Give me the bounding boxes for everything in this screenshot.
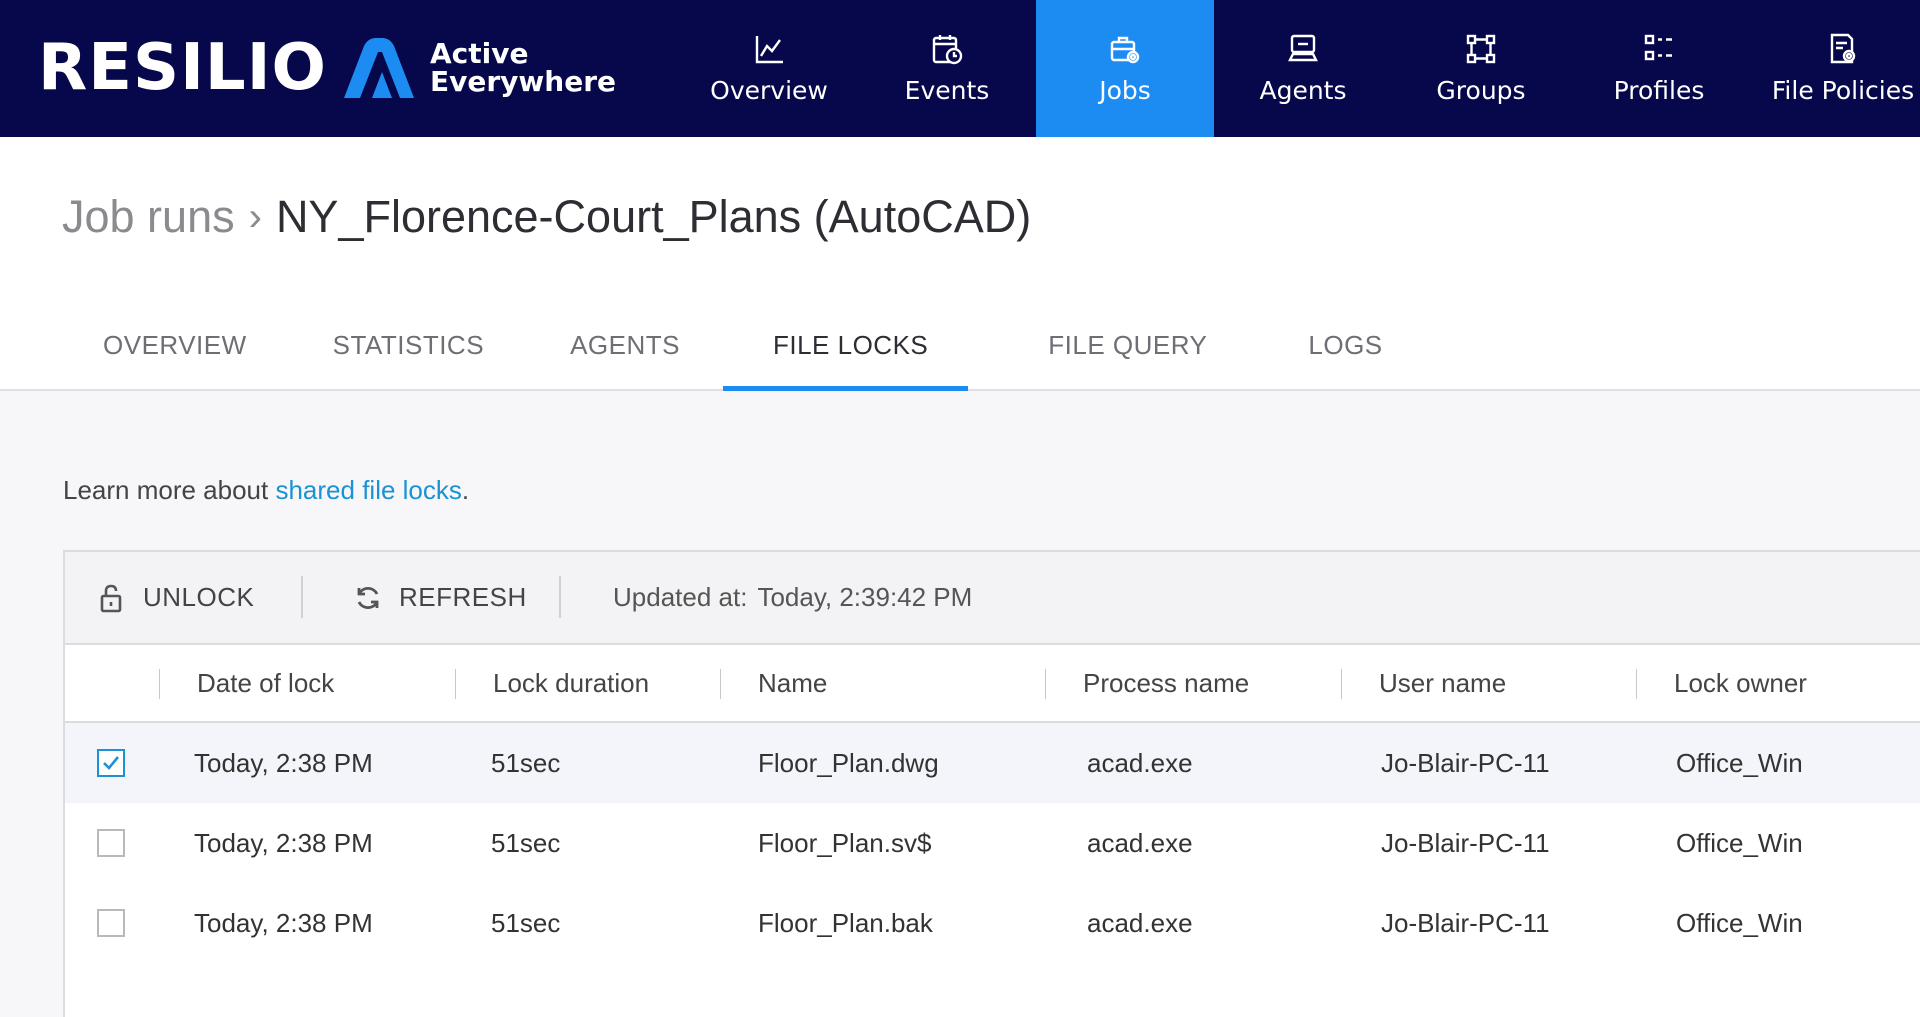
page-title: NY_Florence-Court_Plans (AutoCAD) (275, 191, 1032, 242)
nav-item-jobs[interactable]: Jobs (1036, 0, 1214, 137)
profiles-list-icon (1644, 34, 1672, 61)
table-header: Date of lock Lock duration Name Process … (65, 645, 1920, 723)
column-divider (1045, 669, 1046, 699)
tab-file-query[interactable]: FILE QUERY (968, 302, 1250, 389)
tab-agents[interactable]: AGENTS (527, 302, 723, 389)
cell-owner: Office_Win (1676, 827, 1803, 858)
cell-owner: Office_Win (1676, 907, 1803, 938)
file-locks-panel: UNLOCK REFRESH Updated at: Today, 2:39:42… (63, 550, 1920, 1017)
table-row[interactable]: Today, 2:38 PM 51sec Floor_Plan.dwg acad… (65, 723, 1920, 803)
job-tabs: OVERVIEW STATISTICS AGENTS FILE LOCKS FI… (60, 302, 1426, 391)
nav-item-file-policies[interactable]: File Policies (1748, 0, 1920, 137)
nav-item-events[interactable]: Events (858, 0, 1036, 137)
nav-item-agents[interactable]: Agents (1214, 0, 1392, 137)
updated-at-value: Today, 2:39:42 PM (757, 582, 973, 612)
row-checkbox[interactable] (97, 909, 125, 937)
table-row[interactable]: Today, 2:38 PM 51sec Floor_Plan.bak acad… (65, 883, 1920, 963)
column-divider (1341, 669, 1342, 699)
learn-more-text: Learn more about shared file locks. (63, 475, 470, 505)
shared-file-locks-link[interactable]: shared file locks (275, 475, 461, 505)
active-everywhere-wordmark: Active Everywhere (430, 37, 617, 98)
toolbar-divider (301, 576, 303, 618)
cell-date: Today, 2:38 PM (194, 747, 373, 778)
unlock-icon (100, 584, 122, 612)
main-nav: Overview Events Jobs Agents Groups Profi… (680, 0, 1920, 137)
updated-at: Updated at: Today, 2:39:42 PM (613, 582, 973, 612)
group-nodes-icon (1466, 34, 1496, 64)
cell-duration: 51sec (491, 907, 561, 938)
nav-item-groups[interactable]: Groups (1392, 0, 1570, 137)
calendar-clock-icon (932, 35, 963, 65)
cell-owner: Office_Win (1676, 747, 1803, 778)
briefcase-gear-icon (1110, 36, 1140, 64)
cell-user: Jo-Blair-PC-11 (1381, 747, 1550, 778)
column-header-lock-owner[interactable]: Lock owner (1674, 645, 1807, 721)
chevron-right-icon: › (248, 195, 262, 239)
cell-name: Floor_Plan.dwg (758, 747, 939, 778)
resilio-logo[interactable]: RESILIO (38, 36, 327, 100)
active-everywhere-logo-icon (344, 38, 414, 98)
cell-duration: 51sec (491, 747, 561, 778)
cell-name: Floor_Plan.sv$ (758, 827, 932, 858)
column-header-lock-duration[interactable]: Lock duration (493, 645, 649, 721)
column-header-process-name[interactable]: Process name (1083, 645, 1249, 721)
column-header-name[interactable]: Name (758, 645, 827, 721)
file-locks-toolbar: UNLOCK REFRESH Updated at: Today, 2:39:42… (65, 552, 1920, 645)
tab-statistics[interactable]: STATISTICS (290, 302, 527, 389)
column-divider (455, 669, 456, 699)
cell-date: Today, 2:38 PM (194, 907, 373, 938)
column-divider (159, 669, 160, 699)
chart-line-icon (755, 36, 783, 64)
file-policy-gear-icon (1830, 33, 1856, 64)
top-nav-bar: RESILIO Active Everywhere Overview Event… (0, 0, 1920, 137)
cell-name: Floor_Plan.bak (758, 907, 933, 938)
cell-process: acad.exe (1087, 747, 1193, 778)
column-header-date-of-lock[interactable]: Date of lock (197, 645, 334, 721)
cell-user: Jo-Blair-PC-11 (1381, 907, 1550, 938)
cell-date: Today, 2:38 PM (194, 827, 373, 858)
unlock-button[interactable]: UNLOCK (97, 582, 254, 613)
tab-file-locks[interactable]: FILE LOCKS (722, 302, 969, 391)
checkmark-icon (103, 756, 120, 770)
computer-icon (1288, 34, 1318, 62)
column-header-user-name[interactable]: User name (1379, 645, 1506, 721)
breadcrumb: Job runs › NY_Florence-Court_Plans (Auto… (62, 187, 1031, 247)
page-header: Job runs › NY_Florence-Court_Plans (Auto… (0, 137, 1920, 391)
column-divider (1636, 669, 1637, 699)
refresh-icon (357, 586, 379, 609)
table-row[interactable]: Today, 2:38 PM 51sec Floor_Plan.sv$ acad… (65, 803, 1920, 883)
cell-user: Jo-Blair-PC-11 (1381, 827, 1550, 858)
tab-logs[interactable]: LOGS (1250, 302, 1425, 389)
toolbar-divider (559, 576, 561, 618)
nav-item-profiles[interactable]: Profiles (1570, 0, 1748, 137)
refresh-button[interactable]: REFRESH (353, 582, 527, 613)
cell-process: acad.exe (1087, 827, 1193, 858)
cell-duration: 51sec (491, 827, 561, 858)
column-divider (720, 669, 721, 699)
tab-overview[interactable]: OVERVIEW (60, 302, 290, 389)
breadcrumb-job-runs-link[interactable]: Job runs (62, 187, 235, 247)
row-checkbox[interactable] (97, 749, 125, 777)
cell-process: acad.exe (1087, 907, 1193, 938)
nav-item-overview[interactable]: Overview (680, 0, 858, 137)
row-checkbox[interactable] (97, 829, 125, 857)
